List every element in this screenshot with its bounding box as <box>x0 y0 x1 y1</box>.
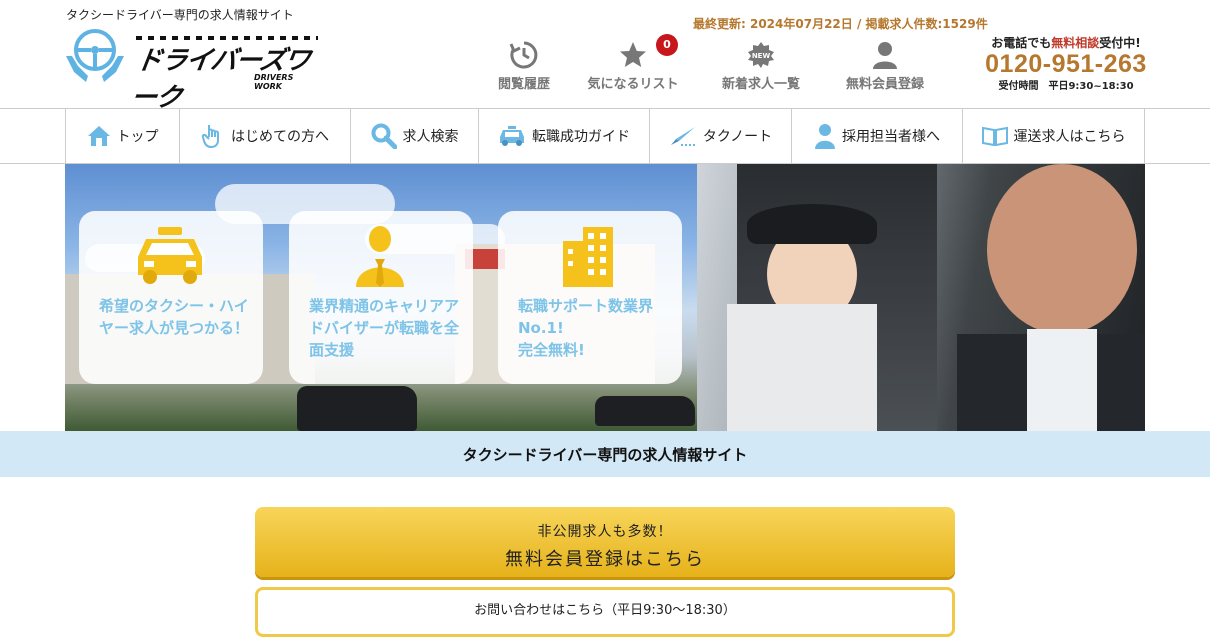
gnav-label-beginners: はじめての方へ <box>231 129 329 145</box>
feature-card-jobs: 希望のタクシー・ハイヤー求人が見つかる！ <box>79 211 263 384</box>
hero-banner: 希望のタクシー・ハイヤー求人が見つかる！ 業界精通のキャリアアドバイザーが転職を… <box>65 164 1145 431</box>
register-cta-button[interactable]: 非公開求人も多数！ 無料会員登録はこちら <box>255 507 955 577</box>
gnav-label-top: トップ <box>116 129 159 145</box>
gnav-item-guide[interactable]: 転職成功ガイド <box>479 109 650 163</box>
logo-subtext: DRIVERS WORK <box>254 73 294 91</box>
gnav-label-guide: 転職成功ガイド <box>532 129 630 145</box>
contact-note: お電話でも無料相談受付中! <box>984 34 1148 51</box>
gnav-label-recruiters: 採用担当者様へ <box>842 129 940 145</box>
taxi-icon <box>500 126 524 146</box>
gnav-item-transport[interactable]: 運送求人はこちら <box>963 109 1145 163</box>
favorites-label: 気になるリスト <box>587 77 679 92</box>
site-description-band: タクシードライバー専門の求人情報サイト <box>0 431 1210 477</box>
svg-text:NEW: NEW <box>752 52 771 60</box>
new-badge-icon: NEW <box>748 42 774 68</box>
user-icon <box>873 42 897 69</box>
taxi-car-icon <box>138 227 202 284</box>
gnav-label-transport: 運送求人はこちら <box>1013 129 1126 145</box>
new-jobs-label: 新着求人一覧 <box>721 77 800 92</box>
favorites-link[interactable]: 0 気になるリスト <box>586 34 680 92</box>
band-title: タクシードライバー専門の求人情報サイト <box>462 446 748 464</box>
person-icon <box>815 124 835 149</box>
feature-card-support: 転職サポート数業界No.1! 完全無料! <box>498 211 682 384</box>
register-link[interactable]: 無料会員登録 <box>844 40 926 92</box>
contact-prefix: お電話でも <box>991 36 1052 50</box>
update-info: 最終更新: 2024年07月22日 / 掲載求人件数:1529件 <box>693 17 988 31</box>
contact-highlight: 無料相談 <box>1051 36 1100 50</box>
inquiry-label: お問い合わせはこちら（平日9:30〜18:30） <box>474 603 736 618</box>
feature-text-support: 転職サポート数業界No.1! 完全無料! <box>518 297 654 359</box>
inquiry-button[interactable]: お問い合わせはこちら（平日9:30〜18:30） <box>255 587 955 637</box>
gnav-label-search: 求人検索 <box>402 129 459 145</box>
site-tagline: タクシードライバー専門の求人情報サイト <box>66 8 294 22</box>
gnav-item-top[interactable]: トップ <box>66 109 180 163</box>
book-icon <box>981 126 1008 146</box>
steering-wheel-hands-icon <box>66 29 124 82</box>
favorites-count-badge: 0 <box>656 34 678 56</box>
site-header: タクシードライバー専門の求人情報サイト ドライバーズワーク DRIVERS WO… <box>0 0 1210 113</box>
hero-drivers-photo <box>697 164 1145 431</box>
history-label: 閲覧履歴 <box>497 77 550 92</box>
star-icon <box>620 42 646 67</box>
gnav-item-taknote[interactable]: タクノート <box>650 109 792 163</box>
cta-subtext: 非公開求人も多数！ <box>537 524 673 540</box>
home-icon <box>87 126 110 146</box>
business-hours: 受付時間 平日9:30~18:30 <box>998 81 1134 92</box>
site-logo[interactable]: ドライバーズワーク DRIVERS WORK <box>64 26 324 113</box>
history-link[interactable]: 閲覧履歴 <box>496 40 552 92</box>
gnav-item-recruiters[interactable]: 採用担当者様へ <box>792 109 963 163</box>
register-label: 無料会員登録 <box>845 77 924 92</box>
new-jobs-link[interactable]: NEW 新着求人一覧 <box>720 40 802 92</box>
contact-suffix: 受付中! <box>1099 36 1141 50</box>
feature-text-jobs: 希望のタクシー・ハイヤー求人が見つかる！ <box>99 297 250 337</box>
phone-number[interactable]: 0120-951-263 <box>984 51 1148 77</box>
cta-label: 無料会員登録はこちら <box>505 549 705 570</box>
adviser-icon <box>356 226 404 287</box>
pointer-hand-icon <box>201 125 219 148</box>
gnav-item-beginners[interactable]: はじめての方へ <box>180 109 351 163</box>
pen-icon <box>670 127 695 146</box>
phone-contact: お電話でも無料相談受付中! 0120-951-263 受付時間 平日9:30~1… <box>984 34 1148 92</box>
gnav-label-taknote: タクノート <box>702 129 773 145</box>
senior-driver <box>987 164 1137 334</box>
feature-text-adviser: 業界精通のキャリアアドバイザーが転職を全面支援 <box>309 297 460 359</box>
feature-card-adviser: 業界精通のキャリアアドバイザーが転職を全面支援 <box>289 211 473 384</box>
search-icon <box>371 123 397 149</box>
building-icon <box>563 227 613 287</box>
global-nav: トップ はじめての方へ 求人検索 転職成功ガイド タクノート 採用担当者様へ 運… <box>0 108 1210 164</box>
history-icon <box>509 41 538 69</box>
gnav-item-search[interactable]: 求人検索 <box>351 109 479 163</box>
